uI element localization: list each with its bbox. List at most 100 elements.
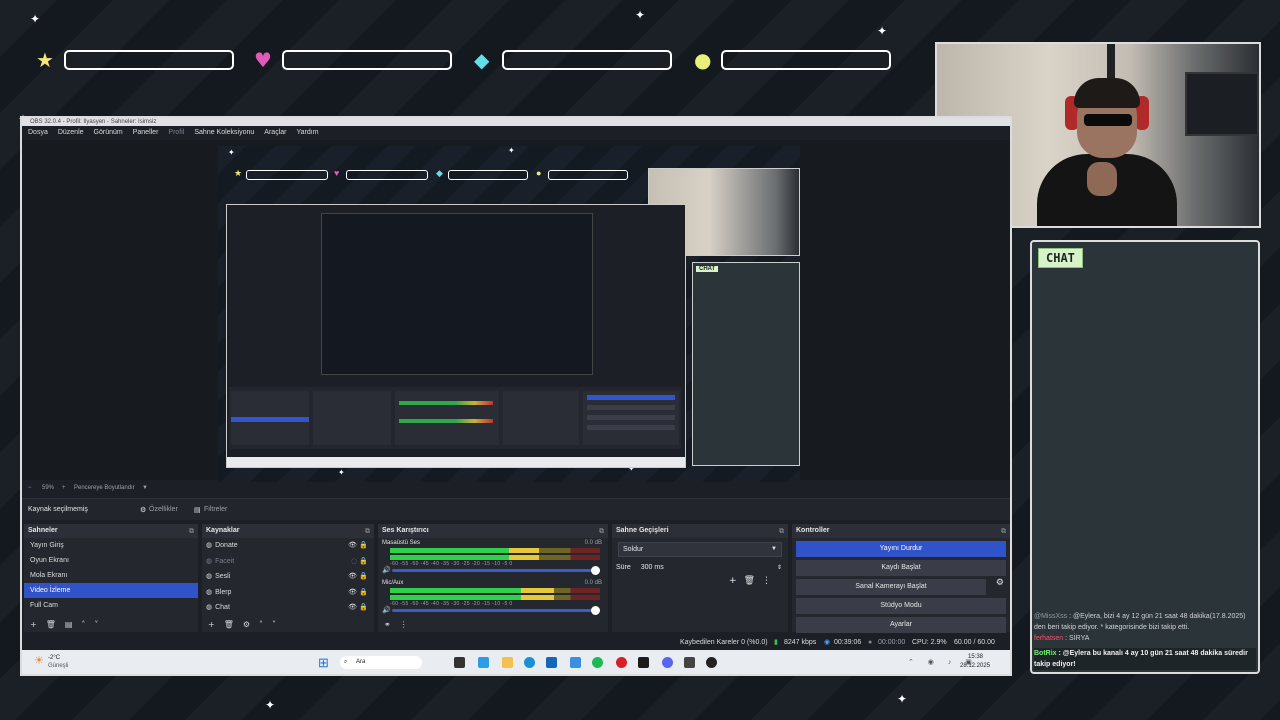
link-icon[interactable]: ⚭	[384, 620, 391, 629]
diamond-icon: ◆	[474, 48, 490, 72]
slider-knob[interactable]	[591, 606, 600, 615]
eye-lock-icons[interactable]: 👁 🔒	[348, 600, 368, 616]
add-icon[interactable]: +	[208, 620, 215, 629]
windows-taskbar: ☀ -2°C Güneşli ⊞ ⌕ Ara ⌃ ◉ ♪ ▣ 15:38 28.…	[22, 650, 1010, 674]
more-icon[interactable]: ⋮	[762, 576, 778, 586]
add-icon[interactable]: +	[729, 576, 744, 586]
dock-undock-icon[interactable]: ⧉	[365, 524, 370, 538]
spotify-icon[interactable]	[592, 657, 603, 668]
app-icon[interactable]	[638, 657, 649, 668]
chevron-down-icon[interactable]: ˅	[272, 620, 276, 629]
level-fill	[390, 555, 540, 560]
chevron-down-icon[interactable]: ▼	[142, 482, 148, 494]
spin-icon[interactable]: ⇕	[777, 561, 782, 575]
source-item[interactable]: ◍ Chat 👁 🔒	[202, 600, 374, 616]
start-recording-button[interactable]: Kaydı Başlat	[796, 560, 1006, 576]
settings-button[interactable]: Ayarlar	[796, 617, 1006, 633]
eye-off-lock-icons[interactable]: ◌ 🔒	[351, 554, 368, 570]
filters-button[interactable]: Filtreler	[204, 499, 227, 521]
source-item[interactable]: ◍ Faceit ◌ 🔒	[202, 554, 374, 570]
speaker-icon[interactable]: 🔊	[382, 566, 391, 574]
discord-icon[interactable]	[662, 657, 673, 668]
scene-item[interactable]: Yayın Giriş	[24, 538, 198, 553]
speaker-icon[interactable]: 🔊	[382, 606, 391, 614]
gear-icon[interactable]: ⚙	[140, 499, 146, 521]
chevron-up-icon[interactable]: ˄	[259, 620, 263, 629]
scene-item[interactable]: Full Cam	[24, 598, 198, 613]
trash-icon[interactable]: 🗑	[224, 620, 234, 629]
eye-lock-icons[interactable]: 👁 🔒	[348, 569, 368, 585]
studio-mode-button[interactable]: Stüdyo Modu	[796, 598, 1006, 614]
scene-item[interactable]: Oyun Ekranı	[24, 553, 198, 568]
slider-knob[interactable]	[591, 566, 600, 575]
eye-lock-icons[interactable]: 👁 🔒	[348, 538, 368, 554]
virtual-camera-button[interactable]: Sanal Kamerayı Başlat	[796, 579, 986, 595]
eye-lock-icons[interactable]: 👁 🔒	[348, 585, 368, 601]
mini-controls	[583, 391, 679, 445]
gear-icon[interactable]: ⚙	[243, 620, 250, 629]
duration-input[interactable]: 300 ms	[641, 564, 664, 571]
menu-docks[interactable]: Paneller	[133, 126, 159, 140]
scene-item-selected[interactable]: Video İzleme	[24, 583, 198, 598]
obs-icon[interactable]	[706, 657, 717, 668]
menu-view[interactable]: Görünüm	[94, 126, 123, 140]
app-icon[interactable]	[570, 657, 581, 668]
file-explorer-icon[interactable]	[502, 657, 513, 668]
zoom-out-icon[interactable]: −	[28, 482, 32, 494]
zoom-in-icon[interactable]: +	[62, 482, 66, 494]
level-fill	[390, 588, 554, 593]
preview-screen-capture	[226, 204, 686, 468]
add-icon[interactable]: +	[30, 620, 37, 629]
menu-scene-collection[interactable]: Sahne Koleksiyonu	[194, 126, 254, 140]
dropped-frames: Kaybedilen Kareler 0 (%0.0)	[680, 639, 768, 646]
status-bar: Kaybedilen Kareler 0 (%0.0) ▮ 8247 kbps …	[22, 636, 1010, 660]
app-icon[interactable]	[478, 657, 489, 668]
scene-item[interactable]: Mola Ekranı	[24, 568, 198, 583]
dock-undock-icon[interactable]: ⧉	[189, 524, 194, 538]
search-box[interactable]	[340, 656, 422, 669]
volume-slider[interactable]	[392, 606, 600, 615]
diamond-icon: ◆	[436, 168, 443, 178]
dock-undock-icon[interactable]: ⧉	[1001, 524, 1006, 538]
transitions-header: Sahne Geçişleri ⧉	[612, 524, 788, 538]
filter-icon[interactable]: ▤	[194, 499, 201, 521]
level-meter	[390, 548, 600, 553]
properties-button[interactable]: Özellikler	[149, 499, 178, 521]
edge-icon[interactable]	[524, 657, 535, 668]
opera-icon[interactable]	[616, 657, 627, 668]
gear-icon[interactable]: ⚙	[996, 578, 1004, 588]
volume-slider[interactable]	[392, 566, 600, 575]
menu-file[interactable]: Dosya	[28, 126, 48, 140]
rec-time: 00:00:00	[878, 639, 906, 646]
weather-desc: Güneşli	[48, 663, 69, 669]
menu-help[interactable]: Yardım	[296, 126, 318, 140]
stop-stream-button[interactable]: Yayını Durdur	[796, 541, 1006, 557]
trash-icon[interactable]: 🗑	[46, 620, 56, 629]
trash-icon[interactable]: 🗑	[744, 576, 762, 586]
menu-edit[interactable]: Düzenle	[58, 126, 84, 140]
chevron-up-icon[interactable]: ˄	[81, 620, 85, 629]
fit-window-label[interactable]: Pencereye Boyutlandır	[74, 482, 135, 494]
meter-scale: -60 -55 -50 -45 -40 -35 -30 -25 -20 -15 …	[390, 561, 513, 567]
chevron-down-icon[interactable]: ˅	[94, 620, 98, 629]
dock-area: Sahneler ⧉ Yayın Giriş Oyun Ekranı Mola E…	[22, 520, 1010, 633]
weather-icon[interactable]: ☀	[34, 654, 44, 667]
filter-icon[interactable]: ▤	[65, 620, 73, 629]
menu-profile[interactable]: Profil	[168, 126, 184, 140]
source-item[interactable]: ◍ Sesli 👁 🔒	[202, 569, 374, 585]
more-icon[interactable]: ⋮	[400, 620, 408, 629]
mini-meter	[399, 419, 493, 423]
heart-icon: ♥	[334, 168, 340, 178]
menu-tools[interactable]: Araçlar	[264, 126, 286, 140]
transition-select[interactable]: Soldur ▼	[618, 542, 782, 557]
source-item[interactable]: ◍ Donate 👁 🔒	[202, 538, 374, 554]
task-view-icon[interactable]	[454, 657, 465, 668]
source-item[interactable]: ◍ Blerp 👁 🔒	[202, 585, 374, 601]
app-icon[interactable]	[546, 657, 557, 668]
dock-undock-icon[interactable]: ⧉	[599, 524, 604, 538]
stream-preview[interactable]: ✦ ✦ ✦ ✦ ★ ♥ ◆ ● CHAT	[218, 146, 800, 482]
windows-start-icon[interactable]: ⊞	[318, 655, 329, 671]
dock-undock-icon[interactable]: ⧉	[779, 524, 784, 538]
level-meter	[390, 588, 600, 593]
app-icon[interactable]	[684, 657, 695, 668]
